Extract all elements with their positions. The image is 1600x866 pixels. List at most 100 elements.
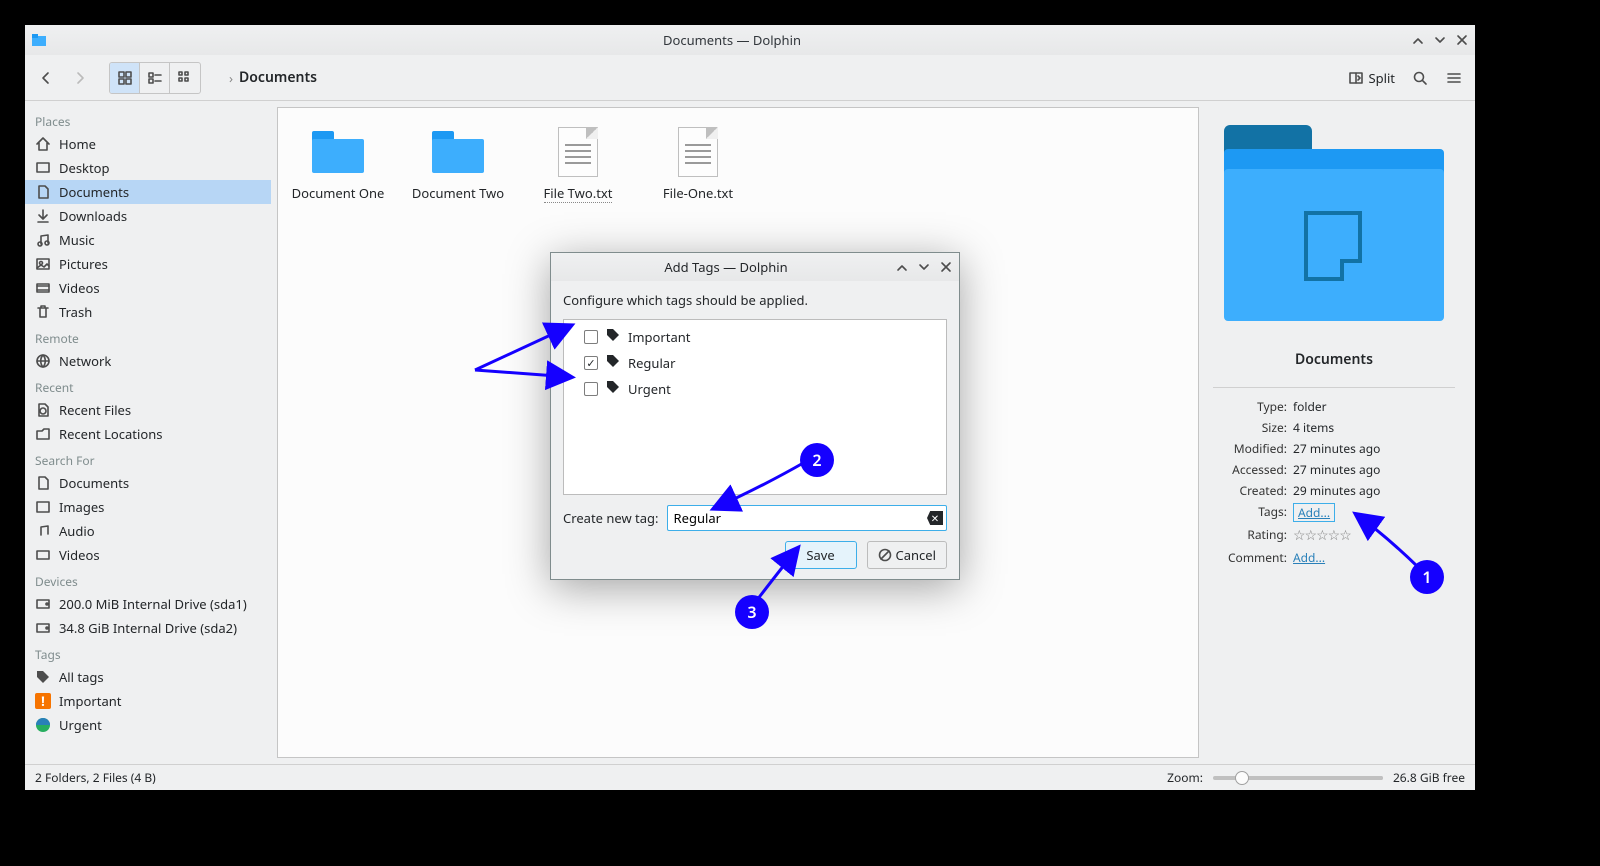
file-item[interactable]: Document Two [410,126,506,739]
documents-icon [35,184,51,200]
icons-view-button[interactable] [110,63,140,93]
save-button[interactable]: Save [785,541,857,569]
rating-stars[interactable]: ☆☆☆☆☆ [1293,526,1455,545]
maximize-button[interactable] [1433,33,1447,47]
sidebar-item-all-tags[interactable]: All tags [25,665,271,689]
tag-row[interactable]: Important [570,324,940,350]
sidebar-item-videos[interactable]: Videos [25,276,271,300]
drive-icon [35,620,51,636]
file-label: Document Two [412,184,504,202]
videos-icon [35,547,51,563]
sidebar-item-drive-sda2[interactable]: 34.8 GiB Internal Drive (sda2) [25,616,271,640]
search-button[interactable] [1405,63,1435,93]
tag-row[interactable]: Regular [570,350,940,376]
split-label: Split [1368,69,1395,87]
info-title: Documents [1295,350,1373,369]
music-icon [35,523,51,539]
breadcrumb[interactable]: › Documents [223,68,317,87]
back-button[interactable] [31,63,61,93]
tag-checkbox[interactable] [584,356,598,370]
file-label: File Two.txt [544,184,613,203]
close-button[interactable] [1455,33,1469,47]
videos-icon [35,280,51,296]
dialog-titlebar: Add Tags — Dolphin [551,253,959,281]
file-item[interactable]: Document One [290,126,386,739]
separator [1213,387,1455,388]
dialog-minimize-button[interactable] [895,260,909,274]
dialog-title: Add Tags — Dolphin [557,258,895,276]
create-tag-label: Create new tag: [563,509,659,527]
create-tag-input[interactable] [667,505,947,531]
trash-icon [35,304,51,320]
sidebar-item-search-documents[interactable]: Documents [25,471,271,495]
sidebar-header-places: Places [25,107,271,132]
minimize-button[interactable] [1411,33,1425,47]
music-icon [35,232,51,248]
tag-row[interactable]: Urgent [570,376,940,402]
tag-label: Urgent [628,380,671,398]
sidebar-item-trash[interactable]: Trash [25,300,271,324]
statusbar: 2 Folders, 2 Files (4 B) Zoom: 26.8 GiB … [25,764,1475,790]
add-tags-dialog: Add Tags — Dolphin Configure which tags … [550,252,960,580]
folder-preview-icon [1224,125,1444,320]
sidebar-item-music[interactable]: Music [25,228,271,252]
info-size: 4 items [1293,419,1455,436]
view-mode-group [109,62,201,94]
sidebar-item-desktop[interactable]: Desktop [25,156,271,180]
file-label: Document One [292,184,385,202]
folder-icon [430,126,486,178]
details-view-button[interactable] [170,63,200,93]
sidebar-item-downloads[interactable]: Downloads [25,204,271,228]
info-panel: Documents Type:folder Size:4 items Modif… [1199,107,1469,758]
tag-icon [606,328,620,346]
sidebar-header-tags: Tags [25,640,271,665]
dialog-close-button[interactable] [939,260,953,274]
zoom-slider[interactable] [1213,776,1383,780]
tag-icon [606,380,620,398]
menu-button[interactable] [1439,63,1469,93]
sidebar-item-drive-sda1[interactable]: 200.0 MiB Internal Drive (sda1) [25,592,271,616]
sidebar-item-tag-urgent[interactable]: Urgent [25,713,271,737]
drive-icon [35,596,51,612]
cancel-button[interactable]: Cancel [867,541,947,569]
sidebar-item-pictures[interactable]: Pictures [25,252,271,276]
sidebar-item-search-audio[interactable]: Audio [25,519,271,543]
urgent-tag-icon [35,717,51,733]
forward-button[interactable] [65,63,95,93]
text-file-icon [670,126,726,178]
info-type: folder [1293,398,1455,415]
sidebar-item-recent-files[interactable]: Recent Files [25,398,271,422]
zoom-knob[interactable] [1235,771,1249,785]
status-summary: 2 Folders, 2 Files (4 B) [35,769,156,786]
pictures-icon [35,499,51,515]
info-accessed: 27 minutes ago [1293,461,1455,478]
sidebar-item-search-videos[interactable]: Videos [25,543,271,567]
split-button[interactable]: Split [1342,63,1401,93]
home-icon [35,136,51,152]
tag-checkbox[interactable] [584,330,598,344]
info-modified: 27 minutes ago [1293,440,1455,457]
desktop-icon [35,160,51,176]
titlebar: Documents — Dolphin [25,25,1475,55]
free-space: 26.8 GiB free [1393,769,1465,786]
sidebar-item-home[interactable]: Home [25,132,271,156]
sidebar-item-documents[interactable]: Documents [25,180,271,204]
add-tags-link[interactable]: Add... [1293,503,1335,522]
sidebar-item-recent-locations[interactable]: Recent Locations [25,422,271,446]
dialog-maximize-button[interactable] [917,260,931,274]
zoom-label: Zoom: [1167,769,1203,786]
tag-checkbox[interactable] [584,382,598,396]
sidebar-item-tag-important[interactable]: !Important [25,689,271,713]
sidebar-item-search-images[interactable]: Images [25,495,271,519]
tag-icon [35,669,51,685]
add-comment-link[interactable]: Add... [1293,549,1325,566]
toolbar: › Documents Split [25,55,1475,101]
breadcrumb-current[interactable]: Documents [239,68,317,87]
recent-files-icon [35,402,51,418]
sidebar-item-network[interactable]: Network [25,349,271,373]
compact-view-button[interactable] [140,63,170,93]
sidebar: Places Home Desktop Documents Downloads … [25,101,271,764]
sidebar-header-devices: Devices [25,567,271,592]
info-created: 29 minutes ago [1293,482,1455,499]
clear-input-icon[interactable]: ✕ [927,511,943,525]
